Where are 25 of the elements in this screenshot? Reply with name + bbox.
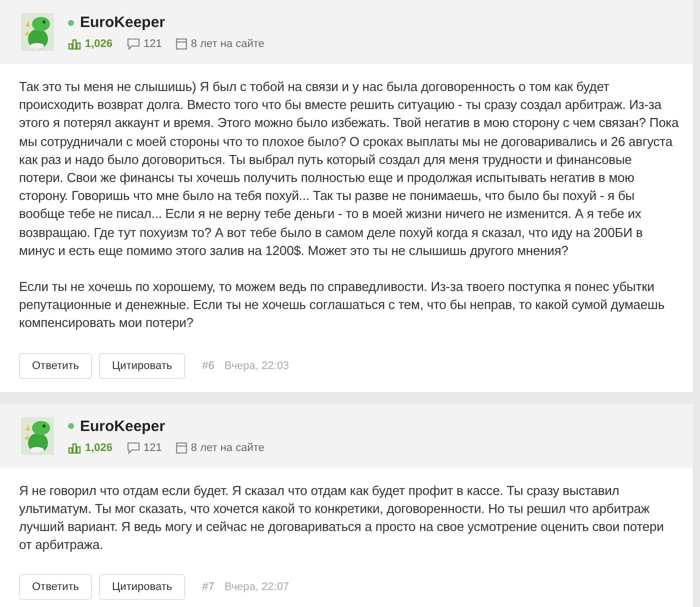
quote-button[interactable]: Цитировать [99, 352, 186, 379]
comment-count: 121 [144, 442, 162, 454]
post-time: Вчера, 22:07 [224, 581, 290, 594]
post-paragraph: Так это ты меня не слышишь) Я был с тобой на связи и у нас была договоренность о том как будет происходить возврат долга. Вместо того что бы вместе решить ситуацию - ты сразу создал арбитраж. Из-за этого я потерял аккаунт и время. Этого можно было избежать. Твой негатив в мою сторону с чем связан? Пока мы сотрудничали с моей стороны что то плохое было? О сроках выплаты мы не договаривались и 26 августа как раз и надо было договориться. Ты выбрал путь который создал для меня трудности и финансовые потери. Свои же финансы ты хочешь получить полностью еще и продолжая испытывать негатив в мою сторону. Говоришь что мне было на тебя похуй... Так ты разве не понимаешь, что было бы похуй - я бы вообще тебе не писал... Если я не верну тебе деньги - то в моей жизни ничего не изменится. А я тебе их возвращаю. Где тут похуизм то? А вот тебе было в самом деле похуй когда я сказал, что иду на 200БИ в минус и есть еще помимо этого залив на 1200$. Может это ты не слышишь другого мнения? [19, 78, 679, 260]
rating-icon [68, 442, 81, 454]
post-paragraph: Я не говорил что отдам если будет. Я сказал что отдам как будет профит в кассе. Ты сразу выставил ультиматум. Ты мог сказать, что хочется какой то конкретики, договоренности. Но ты решил что арбитраж лучший вариант. Я ведь могу и сейчас не договариваться а просто на свое усмотрение оценить свои потери от арбитража. [19, 482, 665, 554]
rating-icon [68, 38, 81, 50]
comment-icon [126, 38, 140, 50]
post-paragraph: Если ты не хочешь по хорошему, то можем ведь по справедливости. Из-за твоего поступка я понес убытки репутационные и денежные. Если ты не хочешь соглашаться с тем, что бы неправ, то какой сумой думаешь компенсировать мои потери? [19, 278, 666, 332]
author-name[interactable]: EuroKeeper [80, 14, 166, 31]
member-since: 8 лет на сайте [190, 38, 264, 50]
post-time: Вчера, 22:03 [224, 360, 290, 372]
author-name[interactable]: EuroKeeper [80, 418, 166, 435]
member-since: 8 лет на сайте [190, 442, 264, 454]
reply-button[interactable]: Ответить [19, 352, 92, 379]
avatar-icon [21, 13, 54, 51]
calendar-icon [176, 38, 187, 50]
comment-count: 121 [144, 38, 162, 50]
rating-value: 1,026 [85, 442, 113, 454]
rating-value: 1,026 [85, 38, 113, 50]
avatar-icon [21, 416, 54, 455]
calendar-icon [176, 442, 187, 454]
quote-button[interactable]: Цитировать [99, 574, 186, 600]
reply-button[interactable]: Ответить [19, 574, 92, 600]
comment-icon [126, 442, 140, 454]
